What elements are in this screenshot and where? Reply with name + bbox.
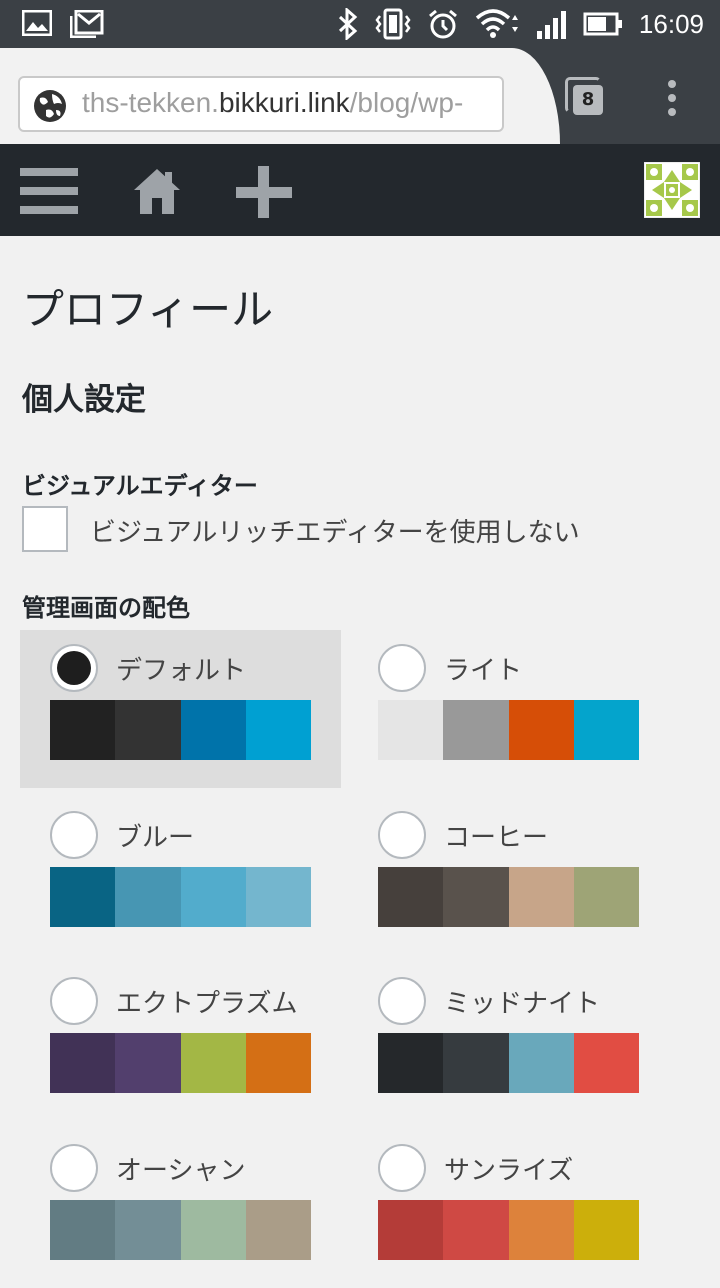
alarm-icon — [428, 9, 457, 39]
color-swatch — [378, 1200, 444, 1260]
color-swatch — [573, 1200, 639, 1260]
color-scheme-option[interactable]: ライト — [348, 630, 669, 788]
color-swatch — [115, 1033, 181, 1093]
color-swatch — [378, 700, 444, 760]
image-icon — [22, 10, 52, 36]
color-scheme-option[interactable]: コーヒー — [348, 797, 669, 955]
color-scheme-name[interactable]: ブルー — [116, 817, 194, 854]
color-scheme-radio[interactable] — [50, 1144, 98, 1192]
color-scheme-radio[interactable] — [50, 644, 98, 692]
globe-icon — [34, 90, 66, 122]
color-swatch — [443, 867, 509, 927]
color-swatches — [378, 867, 639, 927]
color-swatches — [378, 1200, 639, 1260]
color-swatches — [50, 700, 311, 760]
color-swatch — [115, 1200, 181, 1260]
color-scheme-option[interactable]: エクトプラズム — [20, 963, 341, 1121]
overflow-menu-icon[interactable] — [660, 80, 684, 120]
color-scheme-name[interactable]: コーヒー — [444, 817, 548, 854]
plus-icon[interactable] — [236, 166, 292, 218]
gmail-icon — [70, 10, 104, 38]
color-swatch — [180, 867, 246, 927]
url-text: ths-tekken.bikkuri.link/blog/wp- — [82, 87, 463, 119]
color-scheme-name[interactable]: エクトプラズム — [116, 983, 297, 1020]
color-scheme-option[interactable]: オーシャン — [20, 1130, 341, 1288]
color-swatch — [573, 1033, 639, 1093]
color-swatches — [50, 867, 311, 927]
url-bar[interactable]: ths-tekken.bikkuri.link/blog/wp- — [18, 76, 504, 132]
url-prefix: ths-tekken. — [82, 87, 219, 118]
url-suffix: /blog/wp- — [349, 87, 464, 118]
color-scheme-radio[interactable] — [378, 644, 426, 692]
color-swatch — [180, 1033, 246, 1093]
radio-selected-dot — [57, 651, 91, 685]
tab-switcher-button[interactable]: 8 — [560, 72, 610, 122]
color-swatch — [378, 1033, 444, 1093]
color-swatch — [508, 1033, 574, 1093]
color-scheme-option[interactable]: デフォルト — [20, 630, 341, 788]
avatar[interactable] — [644, 162, 700, 218]
browser-toolbar: ths-tekken.bikkuri.link/blog/wp- 8 — [0, 48, 720, 144]
color-swatch — [378, 867, 444, 927]
vibrate-icon — [375, 8, 411, 40]
color-swatch — [245, 867, 311, 927]
color-swatch — [50, 867, 116, 927]
color-swatches — [378, 1033, 639, 1093]
color-scheme-name[interactable]: デフォルト — [116, 650, 246, 687]
clock: 16:09 — [638, 9, 704, 39]
color-swatch — [573, 867, 639, 927]
color-swatch — [115, 700, 181, 760]
color-swatches — [50, 1033, 311, 1093]
page-title: プロフィール — [22, 285, 274, 334]
color-swatch — [443, 700, 509, 760]
color-swatch — [573, 700, 639, 760]
visual-editor-checkbox[interactable] — [22, 506, 68, 552]
admin-bar — [0, 144, 720, 236]
color-swatch — [50, 1200, 116, 1260]
color-scheme-option[interactable]: ミッドナイト — [348, 963, 669, 1121]
color-scheme-option[interactable]: ブルー — [20, 797, 341, 955]
color-swatch — [245, 700, 311, 760]
color-swatch — [245, 1033, 311, 1093]
home-icon[interactable] — [132, 166, 182, 216]
signal-icon — [536, 11, 566, 39]
color-swatch — [508, 1200, 574, 1260]
color-swatch — [508, 700, 574, 760]
color-swatch — [180, 700, 246, 760]
color-swatches — [50, 1200, 311, 1260]
tab-count: 8 — [573, 85, 603, 115]
status-bar: 16:09 — [0, 0, 720, 48]
bluetooth-icon — [338, 8, 358, 40]
color-swatch — [443, 1200, 509, 1260]
color-scheme-name[interactable]: サンライズ — [444, 1150, 573, 1187]
color-scheme-name[interactable]: ミッドナイト — [444, 983, 600, 1020]
visual-editor-checkbox-label[interactable]: ビジュアルリッチエディターを使用しない — [90, 512, 580, 549]
color-swatches — [378, 700, 639, 760]
wifi-icon — [475, 9, 518, 38]
url-host: bikkuri.link — [218, 87, 350, 118]
color-swatch — [180, 1200, 246, 1260]
battery-icon — [583, 12, 622, 36]
color-scheme-radio[interactable] — [378, 1144, 426, 1192]
color-swatch — [508, 867, 574, 927]
color-swatch — [115, 867, 181, 927]
color-scheme-label: 管理画面の配色 — [22, 594, 190, 622]
color-scheme-option[interactable]: サンライズ — [348, 1130, 669, 1288]
color-scheme-radio[interactable] — [378, 977, 426, 1025]
color-scheme-radio[interactable] — [50, 977, 98, 1025]
color-swatch — [50, 700, 116, 760]
color-swatch — [245, 1200, 311, 1260]
color-swatch — [443, 1033, 509, 1093]
hamburger-menu-icon[interactable] — [20, 168, 80, 214]
color-scheme-name[interactable]: ライト — [444, 650, 522, 687]
color-scheme-radio[interactable] — [378, 811, 426, 859]
color-swatch — [50, 1033, 116, 1093]
section-title: 個人設定 — [22, 382, 146, 418]
visual-editor-label: ビジュアルエディター — [22, 472, 258, 500]
color-scheme-radio[interactable] — [50, 811, 98, 859]
color-scheme-name[interactable]: オーシャン — [116, 1150, 245, 1187]
